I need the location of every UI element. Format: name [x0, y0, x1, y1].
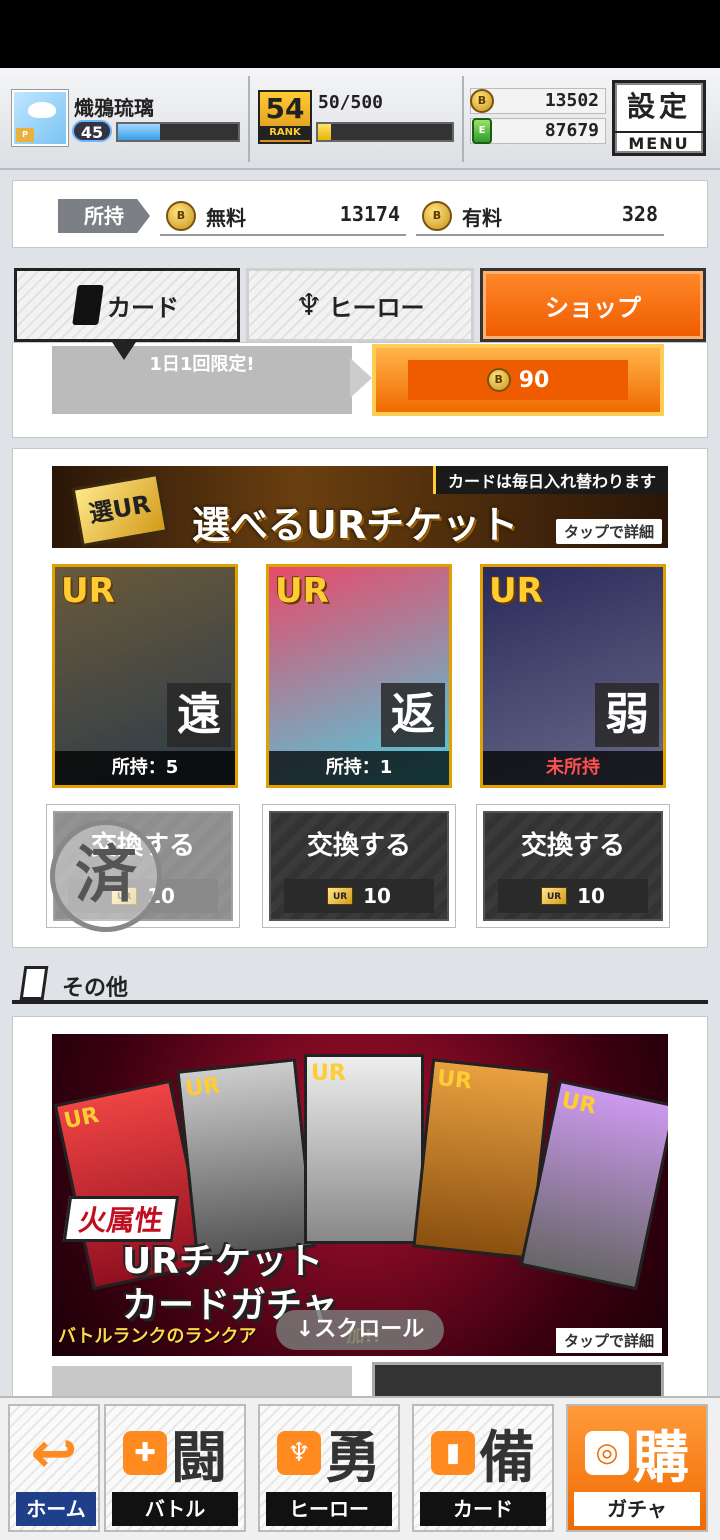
- owned-status: 未所持: [483, 751, 663, 785]
- card-kanji: 返: [381, 683, 445, 747]
- daily-limit-card: 1日1回限定!: [52, 346, 352, 414]
- rank-badge: 54 RANK: [258, 90, 312, 144]
- owned-count: 所持：5: [55, 751, 235, 785]
- nav-home[interactable]: ↩ ホーム: [8, 1404, 100, 1532]
- stamina-value: 50/500: [318, 92, 384, 113]
- gacha-card: UR: [176, 1058, 316, 1260]
- exchanged-stamp: 済: [50, 820, 162, 932]
- tab-hero[interactable]: ♆ ヒーロー: [246, 268, 474, 342]
- daily-limit-text: 1日1回限定!: [149, 354, 255, 375]
- daily-price: 90: [518, 367, 550, 393]
- rarity-label: UR: [489, 571, 543, 611]
- ur-ticket-banner[interactable]: 選UR カードは毎日入れ替わります 選べるURチケット タップで詳細: [52, 466, 668, 548]
- rank-label: RANK: [260, 126, 310, 140]
- gacha-title-line1: URチケット: [122, 1241, 323, 1282]
- card-icon: [72, 285, 104, 325]
- ur-card-3[interactable]: UR 弱 未所持: [480, 564, 666, 788]
- nav-card-label: カード: [420, 1492, 546, 1526]
- coin-icon: B: [422, 201, 452, 231]
- other-heading: その他: [62, 976, 129, 1001]
- hero-icon: ♆: [295, 287, 323, 323]
- tap-detail-label: タップで詳細: [555, 1328, 662, 1353]
- gamepad-icon: ✚: [123, 1431, 167, 1475]
- paid-value: 328: [621, 202, 658, 226]
- ur-ticket-icon: 選UR: [71, 472, 169, 548]
- tab-card-label: カード: [107, 293, 179, 322]
- tab-shop[interactable]: ショップ: [480, 268, 706, 342]
- nav-hero-label: ヒーロー: [266, 1492, 392, 1526]
- card-icon: ▮: [431, 1431, 475, 1475]
- free-value: 13174: [339, 202, 400, 226]
- card-kanji: 弱: [595, 683, 659, 747]
- tab-card[interactable]: カード: [14, 268, 240, 342]
- tab-hero-label: ヒーロー: [328, 293, 425, 322]
- section-divider: [12, 1000, 708, 1004]
- holdings-label: 所持: [58, 199, 150, 233]
- exchange-button-2[interactable]: 交換する UR 10: [262, 804, 456, 928]
- ur-card-2[interactable]: UR 返 所持：1: [266, 564, 452, 788]
- ur-card-1[interactable]: UR 遠 所持：5: [52, 564, 238, 788]
- underline: [160, 234, 406, 236]
- coin-icon: B: [486, 368, 511, 392]
- menu-kanji: 設定: [626, 90, 691, 123]
- free-label: 無料: [206, 206, 246, 230]
- gacha-banner[interactable]: UR UR UR UR UR 火属性 URチケット カードガチャ バトルランクの…: [52, 1034, 668, 1356]
- owned-count: 所持：1: [269, 751, 449, 785]
- xp-fill: [118, 124, 160, 140]
- nav-gacha-label: ガチャ: [574, 1492, 700, 1526]
- nav-home-label: ホーム: [16, 1492, 96, 1526]
- gacha-card: UR: [304, 1054, 424, 1244]
- underline: [416, 234, 664, 236]
- rank-value: 54: [265, 92, 305, 125]
- status-bar: [0, 0, 720, 68]
- tap-detail-label: タップで詳細: [555, 519, 662, 544]
- battle-kanji: 闘: [171, 1425, 227, 1491]
- ticket-icon: UR: [541, 887, 568, 905]
- stamina-bar: [316, 122, 454, 142]
- exchange-cost: 10: [577, 884, 605, 908]
- divider: [248, 76, 250, 162]
- gacha-kanji: 購: [633, 1425, 689, 1491]
- player-level: 45: [72, 120, 112, 142]
- banner-title: 選べるURチケット: [192, 503, 519, 547]
- card-kanji: 備: [479, 1425, 535, 1491]
- coin-icon: B: [166, 201, 196, 231]
- menu-label: MENU: [615, 131, 703, 155]
- gem-icon: E: [472, 118, 492, 144]
- exchange-cost: 10: [363, 884, 391, 908]
- player-name: 熾鴉琉璃: [74, 96, 154, 120]
- nav-battle-label: バトル: [112, 1492, 238, 1526]
- coin-icon: B: [470, 89, 494, 113]
- tab-shop-label: ショップ: [545, 293, 641, 322]
- back-arrow-icon: ↩: [30, 1420, 78, 1486]
- exchange-label: 交換する: [306, 831, 411, 861]
- xp-bar: [116, 122, 240, 142]
- card-kanji: 遠: [167, 683, 231, 747]
- hero-kanji: 勇: [325, 1425, 381, 1491]
- rarity-label: UR: [275, 571, 329, 611]
- daily-buy-button[interactable]: B 90: [372, 344, 664, 416]
- card-icon: [19, 966, 49, 1000]
- stamina-fill: [318, 124, 332, 140]
- rarity-label: UR: [61, 571, 115, 611]
- paid-label: 有料: [462, 206, 502, 230]
- attribute-label: 火属性: [62, 1196, 180, 1242]
- nav-gacha[interactable]: ◎ 購 ガチャ: [566, 1404, 708, 1532]
- nav-card[interactable]: ▮ 備 カード: [412, 1404, 554, 1532]
- banner-note: カードは毎日入れ替わります: [432, 466, 668, 494]
- nav-battle[interactable]: ✚ 闘 バトル: [104, 1404, 246, 1532]
- menu-button[interactable]: 設定 MENU: [612, 80, 706, 156]
- gacha-capsule-icon: ◎: [585, 1431, 629, 1475]
- ticket-icon: UR: [327, 887, 354, 905]
- hero-icon: ♆: [277, 1431, 321, 1475]
- exchange-button-3[interactable]: 交換する UR 10: [476, 804, 670, 928]
- player-avatar[interactable]: P: [12, 90, 68, 146]
- nav-hero[interactable]: ♆ 勇 ヒーロー: [258, 1404, 400, 1532]
- scroll-hint: ↓スクロール: [276, 1310, 444, 1350]
- exchange-label: 交換する: [520, 831, 625, 861]
- divider: [462, 76, 464, 162]
